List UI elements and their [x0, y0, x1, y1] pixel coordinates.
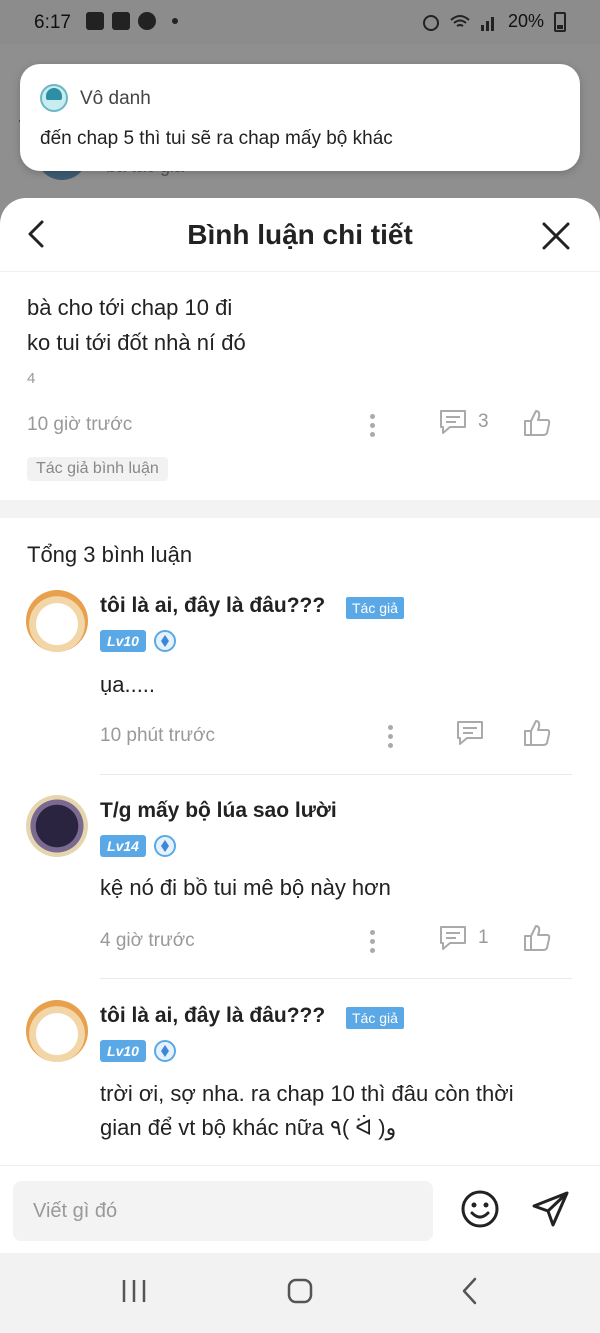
more-notifications-dot — [172, 18, 178, 24]
messenger-icon — [138, 12, 156, 30]
total-comments-label: Tổng 3 bình luận — [27, 542, 193, 567]
battery-icon — [554, 11, 566, 32]
system-icons: 20% — [422, 11, 566, 32]
reply-text: trời ơi, sợ nha. ra chap 10 thì đâu còn … — [100, 1081, 514, 1140]
youtube-icon — [112, 12, 130, 30]
reply-divider — [100, 978, 572, 979]
reply-text: ụa..... — [100, 672, 156, 697]
notification-icons — [86, 12, 178, 30]
reply-count: 3 — [478, 411, 489, 432]
more-icon[interactable] — [369, 930, 375, 954]
author-comment-tag: Tác giả bình luận — [27, 457, 168, 481]
author-badge: Tác giả — [346, 1007, 404, 1029]
level-badge: Lv14 — [100, 835, 146, 857]
system-navigation-bar — [0, 1253, 600, 1333]
reply-username[interactable]: T/g mấy bộ lúa sao lười — [100, 799, 337, 823]
sheet-title: Bình luận chi tiết — [187, 219, 413, 250]
status-bar: 6:17 20% — [0, 0, 600, 44]
signal-icon — [480, 16, 494, 31]
comment-icon — [440, 410, 466, 434]
reply-item: tôi là ai, đây là đâu??? Tác giả Lv10 tr… — [0, 1000, 600, 1160]
comment-input-bar: Viết gì đó — [0, 1165, 600, 1253]
level-gem-icon — [154, 630, 176, 652]
level-gem-icon — [154, 1040, 176, 1062]
main-comment: bà cho tới chap 10 đi ko tui tới đốt nhà… — [0, 272, 600, 500]
comment-icon[interactable] — [455, 719, 485, 747]
reply-item: tôi là ai, đây là đâu??? Tác giả Lv10 ụa… — [0, 590, 600, 775]
gallery-icon — [86, 12, 104, 30]
section-divider — [0, 500, 600, 518]
avatar[interactable] — [26, 795, 88, 857]
reply-divider — [100, 774, 572, 775]
send-icon[interactable] — [530, 1188, 572, 1230]
reply-time: 4 giờ trước — [100, 930, 195, 951]
recent-apps-icon[interactable] — [120, 1277, 148, 1305]
close-icon[interactable] — [540, 220, 572, 252]
more-icon[interactable] — [387, 725, 393, 749]
comment-detail-sheet: Bình luận chi tiết bà cho tới chap 10 đi… — [0, 198, 600, 1253]
avatar[interactable] — [26, 590, 88, 652]
notification-toast[interactable]: Vô danh đến chap 5 thì tui sẽ ra chap mấ… — [20, 64, 580, 171]
comment-input[interactable]: Viết gì đó — [13, 1181, 433, 1241]
wifi-icon — [450, 14, 470, 27]
reply-time: 10 phút trước — [100, 725, 215, 746]
reply-button[interactable]: 3 — [438, 408, 489, 436]
like-icon[interactable] — [522, 718, 552, 748]
status-time: 6:17 — [34, 12, 71, 33]
level-badge: Lv10 — [100, 630, 146, 652]
reply-text: kệ nó đi bồ tui mê bộ này hơn — [100, 875, 391, 900]
toast-avatar — [40, 84, 68, 112]
reply-count: 1 — [478, 927, 489, 948]
main-comment-time: 10 giờ trước — [27, 414, 133, 435]
like-icon[interactable] — [522, 408, 552, 438]
nav-back-icon[interactable] — [456, 1275, 484, 1307]
reply-button[interactable]: 1 — [438, 924, 489, 952]
main-comment-text: bà cho tới chap 10 đi ko tui tới đốt nhà… — [27, 295, 246, 355]
author-badge: Tác giả — [346, 597, 404, 619]
main-comment-count: 4 — [27, 370, 36, 387]
reply-username[interactable]: tôi là ai, đây là đâu??? — [100, 1004, 325, 1028]
reply-item: T/g mấy bộ lúa sao lười Lv14 kệ nó đi bồ… — [0, 795, 600, 980]
comment-icon — [440, 926, 466, 950]
sheet-header: Bình luận chi tiết — [0, 198, 600, 272]
more-icon[interactable] — [369, 414, 375, 438]
level-gem-icon — [154, 835, 176, 857]
battery-percent: 20% — [507, 11, 544, 31]
emoji-icon[interactable] — [459, 1188, 501, 1230]
level-badge: Lv10 — [100, 1040, 146, 1062]
alarm-icon — [422, 14, 439, 31]
toast-message: đến chap 5 thì tui sẽ ra chap mấy bộ khá… — [40, 128, 393, 149]
toast-username: Vô danh — [80, 88, 151, 109]
home-icon[interactable] — [286, 1277, 314, 1305]
like-icon[interactable] — [522, 923, 552, 953]
avatar[interactable] — [26, 1000, 88, 1062]
reply-username[interactable]: tôi là ai, đây là đâu??? — [100, 594, 325, 618]
